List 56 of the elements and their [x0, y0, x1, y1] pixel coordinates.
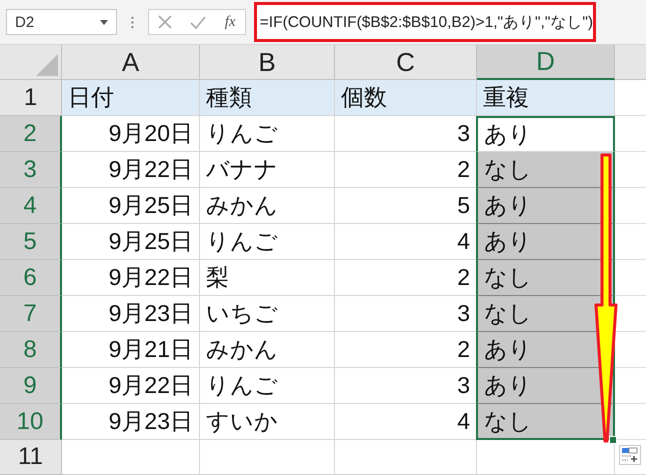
- table-cell: 9月22日: [62, 368, 200, 404]
- row-header[interactable]: 8: [0, 332, 62, 368]
- column-header[interactable]: B: [200, 45, 335, 80]
- row-header[interactable]: 10: [0, 404, 62, 440]
- cancel-icon[interactable]: [158, 15, 172, 29]
- formula-field[interactable]: =IF(COUNTIF($B$2:$B$10,B2)>1,"あり","なし"): [254, 2, 596, 42]
- table-cell: なし: [476, 152, 615, 188]
- table-cell: あり: [476, 188, 615, 224]
- table-cell: りんご: [200, 368, 335, 404]
- column-header[interactable]: [615, 45, 646, 80]
- grip-icon: [131, 16, 134, 28]
- row-header[interactable]: 2: [0, 116, 62, 152]
- table-cell: 個数: [335, 80, 477, 116]
- select-all-button[interactable]: [0, 45, 62, 80]
- column-header[interactable]: A: [62, 45, 200, 80]
- check-icon[interactable]: [190, 16, 206, 28]
- table-cell: なし: [476, 260, 615, 296]
- table-cell: みかん: [200, 188, 335, 224]
- table-cell: 9月25日: [62, 224, 200, 260]
- table-cell: 9月25日: [62, 188, 200, 224]
- row-header[interactable]: 3: [0, 152, 62, 188]
- table-cell: 9月20日: [62, 116, 200, 152]
- table-cell: みかん: [200, 332, 335, 368]
- table-cell: なし: [476, 404, 615, 440]
- table-cell: 9月22日: [62, 152, 200, 188]
- row-header[interactable]: 5: [0, 224, 62, 260]
- table-cell: 種類: [200, 80, 335, 116]
- row-header[interactable]: 1: [0, 80, 62, 116]
- row-header[interactable]: 7: [0, 296, 62, 332]
- row-header[interactable]: 11: [0, 440, 62, 475]
- table-cell: 梨: [200, 260, 335, 296]
- table-cell: 9月22日: [62, 260, 200, 296]
- column-header[interactable]: C: [335, 45, 477, 80]
- table-cell: いちご: [200, 296, 335, 332]
- row-header[interactable]: 9: [0, 368, 62, 404]
- row-header[interactable]: 6: [0, 260, 62, 296]
- quick-analysis-icon[interactable]: [619, 445, 641, 465]
- table-cell: すいか: [200, 404, 335, 440]
- table-cell: バナナ: [200, 152, 335, 188]
- table-cell: あり: [476, 368, 615, 404]
- table-cell: りんご: [200, 224, 335, 260]
- column-header[interactable]: D: [477, 45, 615, 80]
- table-cell: 9月23日: [62, 296, 200, 332]
- table-cell: りんご: [200, 116, 335, 152]
- caret-icon: [100, 20, 108, 24]
- corner-triangle-icon: [36, 54, 58, 76]
- table-cell: あり: [476, 224, 615, 260]
- fill-handle[interactable]: [609, 436, 617, 444]
- table-cell: 日付: [62, 80, 200, 116]
- insert-function-button[interactable]: fx: [224, 14, 236, 30]
- table-cell: 重複: [477, 80, 615, 116]
- table-cell: 3: [335, 116, 477, 152]
- row-header[interactable]: 4: [0, 188, 62, 224]
- table-cell: 9月21日: [62, 332, 200, 368]
- table-cell: 9月23日: [62, 404, 200, 440]
- name-box[interactable]: D2: [6, 9, 118, 35]
